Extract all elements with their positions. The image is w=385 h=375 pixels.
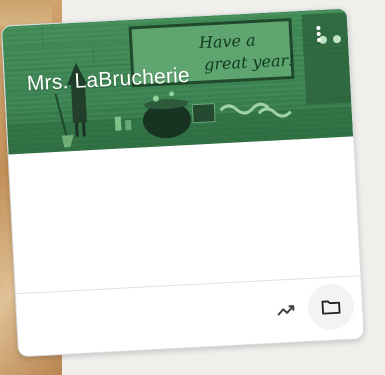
folder-icon	[321, 300, 341, 315]
class-banner[interactable]: Have a great year! Mrs. LaBrucherie	[1, 8, 354, 155]
open-gradebook-button[interactable]	[265, 289, 307, 331]
class-card[interactable]: Have a great year! Mrs. LaBrucherie	[0, 7, 365, 358]
open-class-folder-button[interactable]	[306, 282, 356, 331]
page: Have a great year! Mrs. LaBrucherie	[0, 0, 385, 375]
banner-sign-text-line-1: Have a	[197, 30, 256, 52]
more-vert-icon[interactable]	[311, 24, 326, 49]
corkboard-background-top	[0, 0, 52, 26]
card-footer	[15, 275, 364, 357]
trending-up-icon	[277, 305, 295, 316]
